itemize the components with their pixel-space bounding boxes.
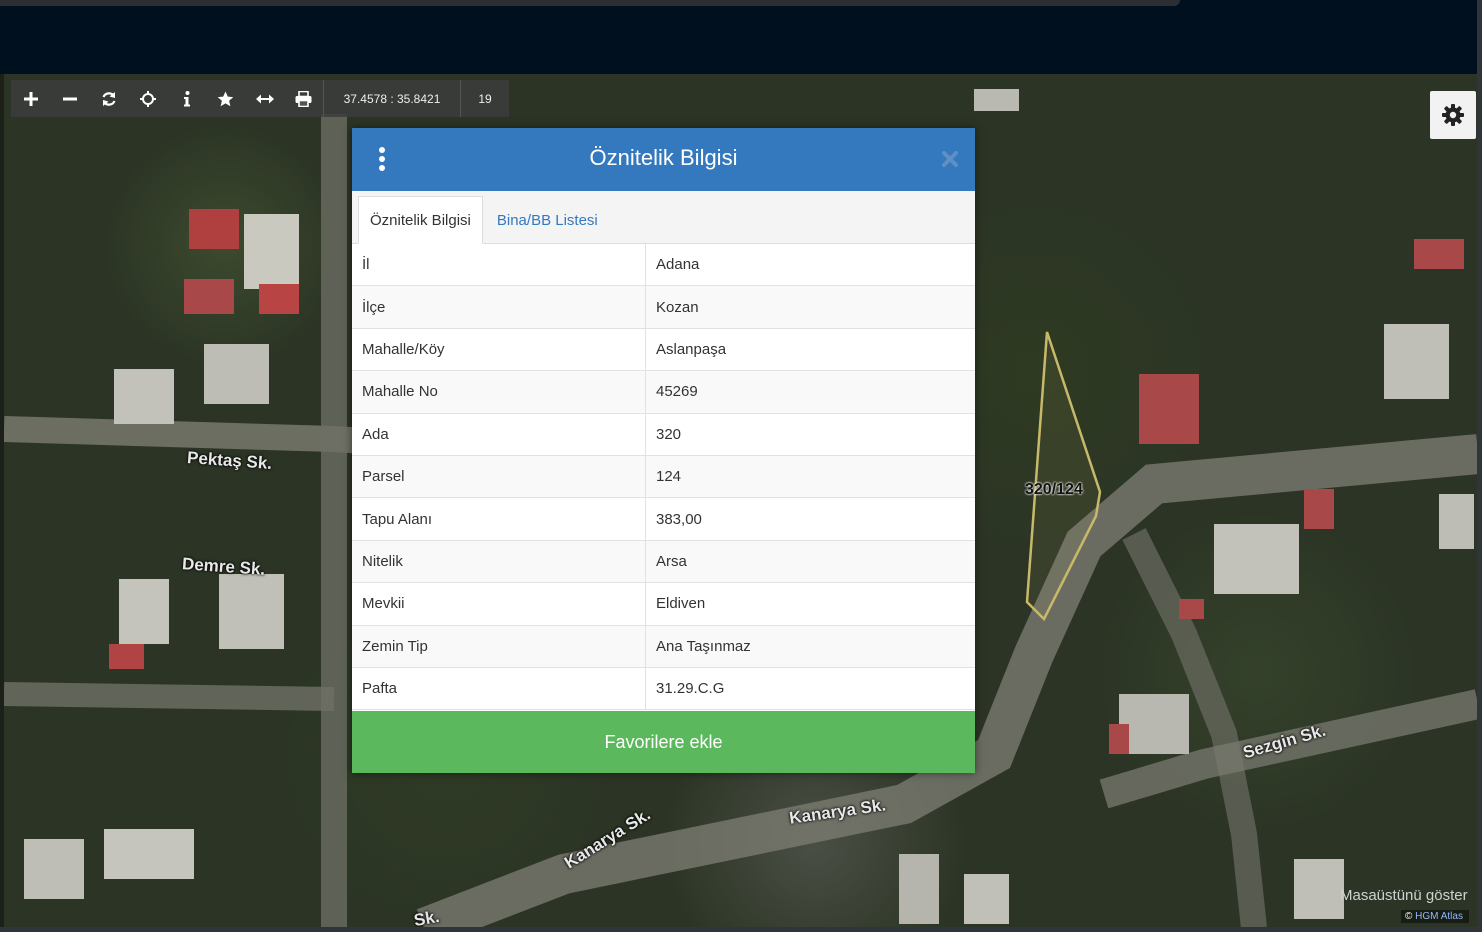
attribute-value: Adana [645, 244, 975, 287]
table-row: Mahalle/Köy Aslanpaşa [352, 328, 975, 372]
table-row: Tapu Alanı 383,00 [352, 497, 975, 541]
building-roof [189, 209, 239, 249]
attribute-key: Tapu Alanı [352, 497, 646, 541]
map-attribution: © HGM Atlas [1401, 910, 1469, 923]
table-row: Mevkii Eldiven [352, 582, 975, 626]
map-toolbar: 37.4578 : 35.8421 19 [11, 80, 509, 117]
tab-attribute-info[interactable]: Öznitelik Bilgisi [358, 196, 483, 244]
copyright-symbol: © [1405, 911, 1413, 922]
table-row: Pafta 31.29.C.G [352, 667, 975, 711]
browser-edge [0, 0, 1180, 6]
attribute-table: İl Adana İlçe Kozan Mahalle/Köy Aslanpaşa Maha… [352, 244, 975, 711]
dialog-close-button[interactable] [941, 150, 959, 168]
attribute-key: Mevkii [352, 582, 646, 626]
attribute-key: Zemin Tip [352, 625, 646, 668]
table-row: İlçe Kozan [352, 285, 975, 329]
attribute-value: 320 [645, 413, 975, 456]
dialog-menu-button[interactable] [374, 146, 390, 172]
table-row: Nitelik Arsa [352, 540, 975, 584]
attribute-info-dialog: Öznitelik Bilgisi Öznitelik Bilgisi Bina… [352, 128, 975, 773]
attribute-value: 31.29.C.G [645, 667, 975, 711]
dialog-header: Öznitelik Bilgisi [352, 128, 975, 191]
attribute-value: Ana Taşınmaz [645, 625, 975, 668]
zoom-in-button[interactable] [11, 80, 50, 117]
attribute-value: Kozan [645, 285, 975, 329]
measure-button[interactable] [245, 80, 284, 117]
dialog-tabs: Öznitelik Bilgisi Bina/BB Listesi [352, 191, 975, 244]
star-icon [217, 91, 234, 106]
table-row: İl Adana [352, 244, 975, 287]
info-button[interactable] [167, 80, 206, 117]
coordinate-readout: 37.4578 : 35.8421 [323, 80, 460, 117]
window-bottom-edge [0, 927, 1482, 932]
locate-button[interactable] [128, 80, 167, 117]
add-to-favorites-button[interactable]: Favorilere ekle [352, 711, 975, 773]
attribute-value: 383,00 [645, 497, 975, 541]
attribute-key: Nitelik [352, 540, 646, 584]
attribute-key: Ada [352, 413, 646, 456]
parcel-label[interactable]: 320/124 [1025, 481, 1083, 499]
show-desktop-label: Masaüstünü göster [1340, 887, 1468, 904]
info-icon [183, 90, 190, 106]
print-icon [295, 90, 312, 107]
plus-icon [23, 91, 38, 106]
refresh-icon [101, 91, 116, 106]
close-icon [942, 151, 958, 167]
arrows-horizontal-icon [255, 94, 274, 103]
attribute-key: Mahalle No [352, 370, 646, 414]
attribute-key: Mahalle/Köy [352, 328, 646, 372]
attribute-value: Arsa [645, 540, 975, 584]
window-right-edge [1477, 0, 1482, 932]
attribute-key: Pafta [352, 667, 646, 711]
print-button[interactable] [284, 80, 323, 117]
minus-icon [62, 97, 77, 100]
attribution-link[interactable]: HGM Atlas [1415, 911, 1463, 922]
attribute-value: 45269 [645, 370, 975, 414]
attribute-key: Parsel [352, 455, 646, 499]
gear-icon [1442, 104, 1464, 126]
vertical-dots-icon [379, 147, 385, 171]
attribute-value: 124 [645, 455, 975, 499]
attribute-key: İl [352, 244, 646, 287]
zoom-out-button[interactable] [50, 80, 89, 117]
attribute-key: İlçe [352, 285, 646, 329]
refresh-button[interactable] [89, 80, 128, 117]
attribute-value: Aslanpaşa [645, 328, 975, 372]
favorites-button[interactable] [206, 80, 245, 117]
zoom-level: 19 [460, 80, 509, 117]
settings-button[interactable] [1430, 91, 1476, 139]
table-row: Mahalle No 45269 [352, 370, 975, 414]
dialog-title: Öznitelik Bilgisi [589, 145, 738, 170]
table-row: Ada 320 [352, 413, 975, 456]
tab-building-list[interactable]: Bina/BB Listesi [483, 197, 609, 243]
crosshair-icon [139, 90, 156, 107]
table-row: Zemin Tip Ana Taşınmaz [352, 625, 975, 668]
street-label: Sk. [412, 906, 441, 928]
attribute-value: Eldiven [645, 582, 975, 626]
app-top-bar [0, 0, 1482, 74]
table-row: Parsel 124 [352, 455, 975, 499]
